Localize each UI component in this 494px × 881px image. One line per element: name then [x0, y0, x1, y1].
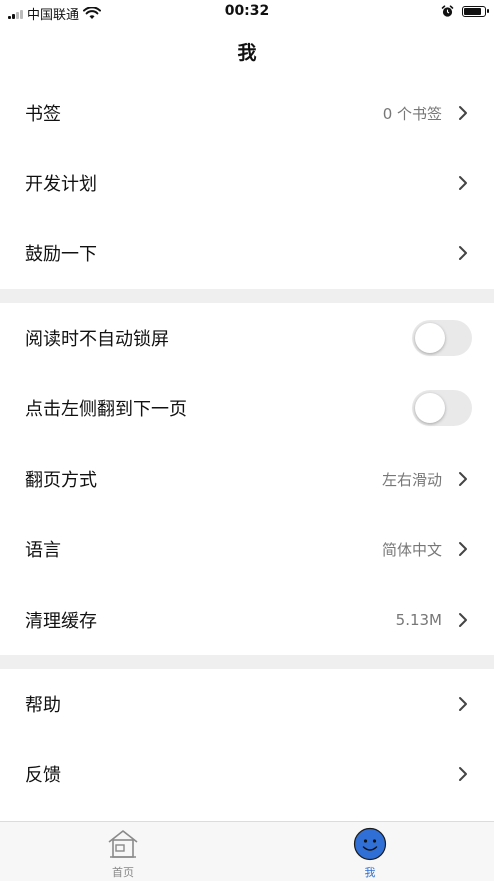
battery-icon [462, 6, 489, 17]
chevron-right-icon [459, 767, 467, 781]
encourage-row[interactable]: 鼓励一下 [0, 218, 494, 288]
page-title: 我 [237, 42, 257, 64]
row-value: 0 个书签 [382, 104, 442, 123]
clear-cache-row[interactable]: 清理缓存 5.13M [0, 585, 494, 655]
no-autolock-toggle[interactable] [412, 320, 472, 356]
tab-bar: 首页 我 [0, 821, 494, 881]
row-label: 开发计划 [25, 174, 97, 195]
help-row[interactable]: 帮助 [0, 669, 494, 739]
row-label: 鼓励一下 [25, 244, 97, 265]
row-label: 翻页方式 [25, 470, 97, 491]
bookmarks-row[interactable]: 书签 0 个书签 [0, 78, 494, 148]
no-autolock-row: 阅读时不自动锁屏 [0, 303, 494, 373]
row-label: 阅读时不自动锁屏 [25, 329, 169, 350]
row-label: 语言 [25, 540, 61, 561]
status-time: 00:32 [224, 3, 270, 19]
row-label: 帮助 [25, 695, 61, 716]
dev-plan-row[interactable]: 开发计划 [0, 148, 494, 218]
row-label: 清理缓存 [25, 611, 97, 632]
home-icon [108, 830, 138, 858]
row-label: 书签 [25, 104, 61, 125]
chevron-right-icon [459, 542, 467, 556]
chevron-right-icon [459, 176, 467, 190]
language-row[interactable]: 语言 简体中文 [0, 514, 494, 584]
chevron-right-icon [459, 472, 467, 486]
row-label: 点击左侧翻到下一页 [25, 399, 187, 420]
feedback-row[interactable]: 反馈 [0, 739, 494, 809]
tap-left-next-toggle[interactable] [412, 390, 472, 426]
section-divider [0, 655, 494, 669]
chevron-right-icon [459, 613, 467, 627]
smiley-icon [353, 827, 387, 861]
alarm-icon [441, 5, 454, 17]
chevron-right-icon [459, 246, 467, 260]
page-turn-row[interactable]: 翻页方式 左右滑动 [0, 444, 494, 514]
toggle-knob [415, 393, 445, 423]
tab-me[interactable]: 我 [290, 822, 450, 881]
row-value: 5.13M [395, 611, 442, 629]
status-bar: 中国联通 00:32 [0, 0, 494, 26]
tap-left-next-row: 点击左侧翻到下一页 [0, 373, 494, 443]
row-label: 反馈 [25, 765, 61, 786]
toggle-knob [415, 323, 445, 353]
row-value: 左右滑动 [381, 470, 442, 489]
tab-home[interactable]: 首页 [43, 822, 203, 881]
section-divider [0, 289, 494, 303]
tab-label: 首页 [112, 866, 134, 879]
row-value: 简体中文 [381, 540, 442, 559]
chevron-right-icon [459, 106, 467, 120]
tab-label: 我 [364, 866, 376, 879]
chevron-right-icon [459, 697, 467, 711]
